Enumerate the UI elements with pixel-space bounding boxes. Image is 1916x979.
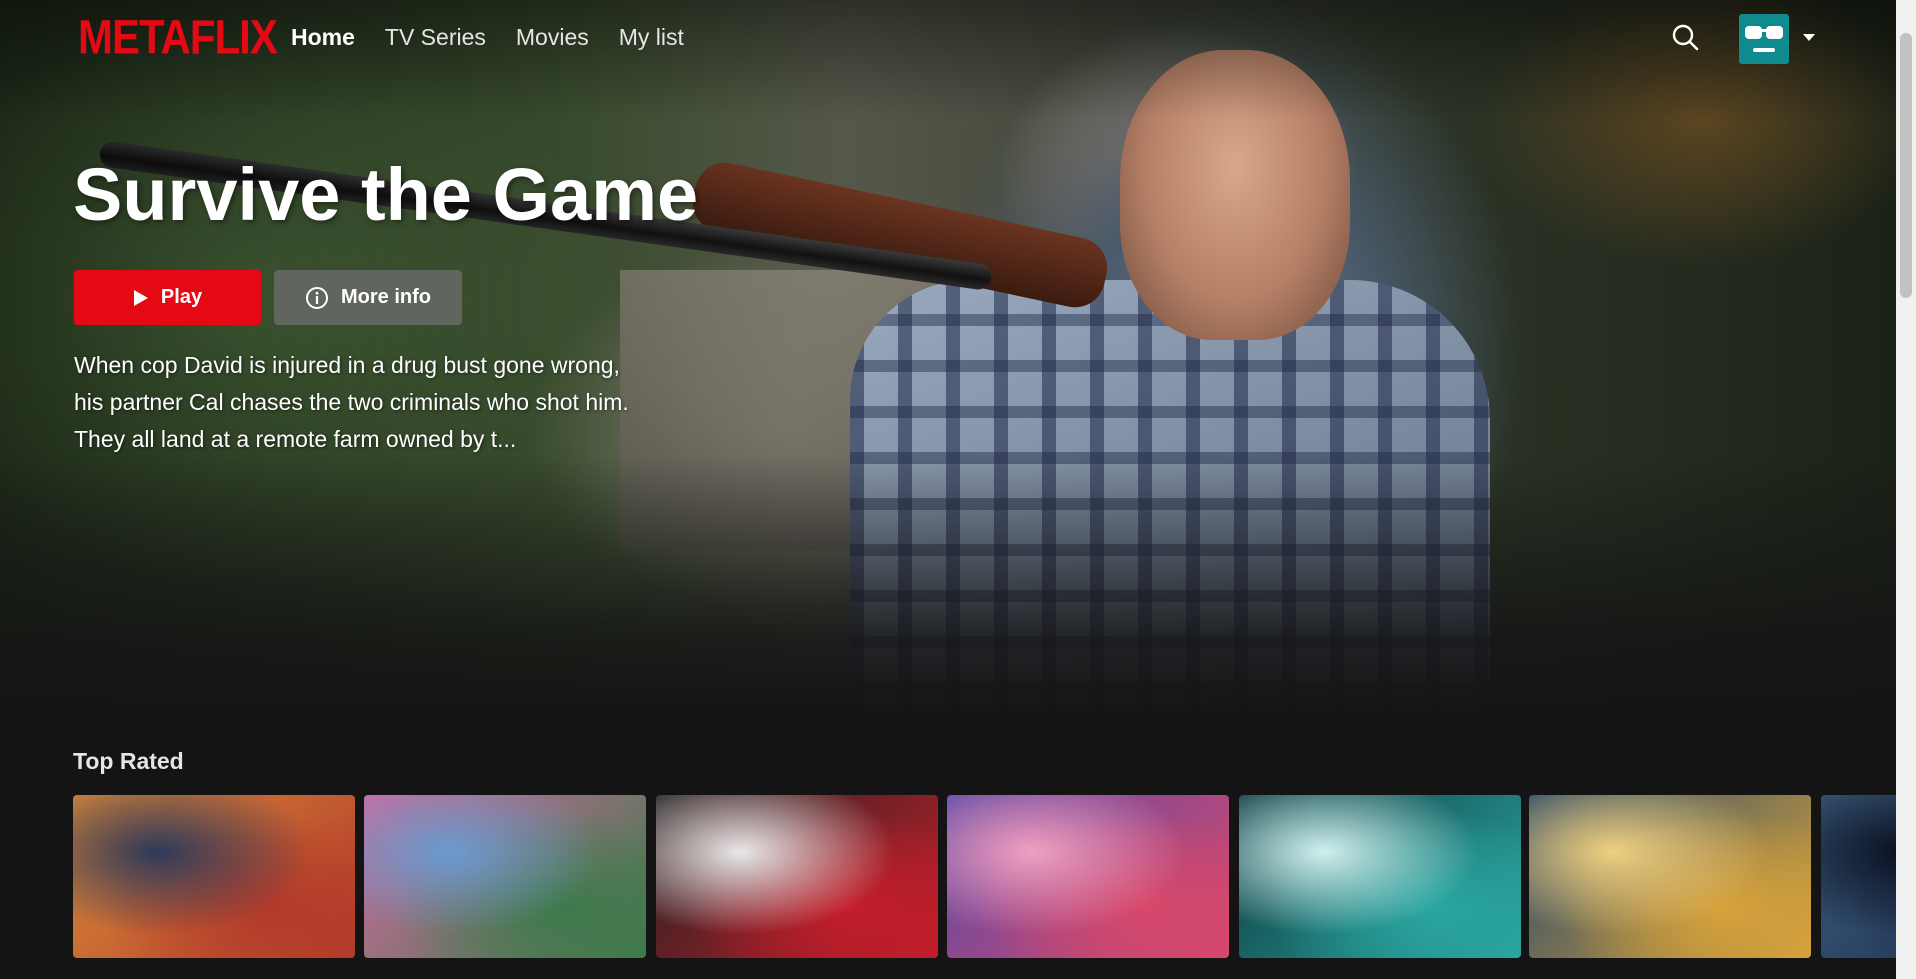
- info-icon: [306, 286, 328, 309]
- nav-link-tv-series[interactable]: TV Series: [385, 24, 486, 51]
- more-info-button[interactable]: More info: [274, 270, 462, 325]
- search-icon[interactable]: [1670, 22, 1700, 52]
- profile-avatar[interactable]: [1739, 14, 1789, 64]
- nav-links: Home TV Series Movies My list: [291, 24, 684, 51]
- nav-link-my-list[interactable]: My list: [619, 24, 684, 51]
- hero-description: When cop David is injured in a drug bust…: [74, 352, 629, 452]
- scrollbar-thumb[interactable]: [1900, 33, 1912, 298]
- sunglasses-avatar-icon: [1739, 14, 1789, 64]
- play-button[interactable]: Play: [74, 270, 261, 325]
- play-button-label: Play: [160, 286, 203, 308]
- page-scrollbar[interactable]: [1896, 0, 1916, 979]
- hero-shade-bottom: [0, 455, 1896, 715]
- movie-card[interactable]: [656, 795, 938, 958]
- caret-down-icon[interactable]: [1803, 34, 1815, 41]
- row-title-top-rated: Top Rated: [73, 748, 184, 774]
- brand-logo[interactable]: METAFLIX: [78, 10, 278, 65]
- movie-card[interactable]: [947, 795, 1229, 958]
- nav-link-movies[interactable]: Movies: [516, 24, 589, 51]
- movie-card[interactable]: [73, 795, 355, 958]
- more-info-button-label: More info: [341, 286, 431, 308]
- movie-card[interactable]: [364, 795, 646, 958]
- nav-link-home[interactable]: Home: [291, 24, 355, 51]
- movie-card[interactable]: [1239, 795, 1521, 958]
- movie-card[interactable]: [1821, 795, 1896, 958]
- top-rated-row: [73, 795, 1896, 959]
- top-navbar: METAFLIX Home TV Series Movies My list: [0, 0, 1896, 78]
- movie-card[interactable]: [1529, 795, 1811, 958]
- hero-title: Survive the Game: [73, 153, 699, 236]
- play-icon: [133, 289, 148, 306]
